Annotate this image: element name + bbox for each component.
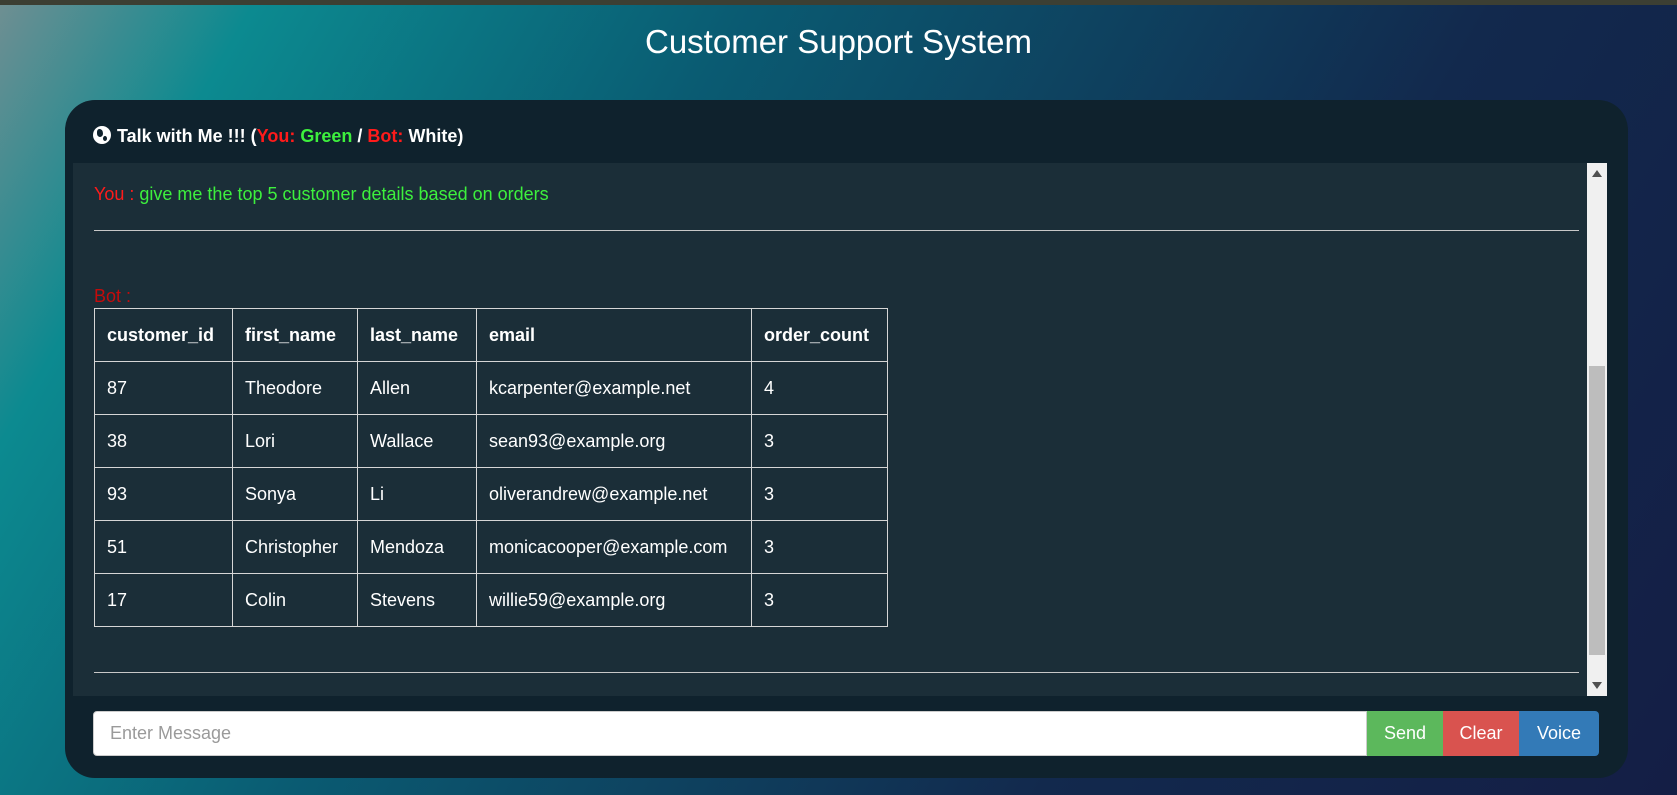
column-header: order_count <box>751 308 888 362</box>
user-message: You : give me the top 5 customer details… <box>94 183 549 205</box>
top-edge <box>0 0 1677 5</box>
user-message-text: give me the top 5 customer details based… <box>139 184 549 204</box>
table-cell: Mendoza <box>357 520 477 574</box>
column-header: customer_id <box>94 308 233 362</box>
chat-scrollbar[interactable] <box>1587 163 1607 696</box>
scroll-down-arrow-icon[interactable] <box>1592 682 1602 689</box>
table-row: 87 Theodore Allen kcarpenter@example.net… <box>94 361 888 415</box>
result-table: customer_id first_name last_name email o… <box>94 308 888 627</box>
table-cell: 3 <box>751 520 888 574</box>
message-input[interactable] <box>93 711 1367 756</box>
scrollbar-thumb[interactable] <box>1589 366 1605 655</box>
chat-header: Talk with Me !!! (You: Green / Bot: Whit… <box>93 124 463 148</box>
table-cell: Stevens <box>357 573 477 627</box>
you-legend-color: Green <box>300 126 353 146</box>
table-cell: 93 <box>94 467 233 521</box>
column-header: last_name <box>357 308 477 362</box>
clear-button[interactable]: Clear <box>1443 711 1519 756</box>
table-cell: 3 <box>751 414 888 468</box>
table-cell: Theodore <box>232 361 358 415</box>
table-cell: 87 <box>94 361 233 415</box>
bot-legend-label: Bot: <box>367 126 404 146</box>
table-row: 17 Colin Stevens willie59@example.org 3 <box>94 573 888 627</box>
table-cell: Christopher <box>232 520 358 574</box>
bot-legend-color: White) <box>408 126 464 146</box>
table-cell: 3 <box>751 573 888 627</box>
table-cell: 3 <box>751 467 888 521</box>
table-row: 38 Lori Wallace sean93@example.org 3 <box>94 414 888 468</box>
voice-button[interactable]: Voice <box>1519 711 1599 756</box>
table-cell: kcarpenter@example.net <box>476 361 752 415</box>
scroll-up-arrow-icon[interactable] <box>1592 170 1602 177</box>
message-divider <box>94 230 1579 231</box>
message-divider <box>94 672 1579 673</box>
table-cell: 51 <box>94 520 233 574</box>
you-legend-label: You: <box>256 126 296 146</box>
table-cell: monicacooper@example.com <box>476 520 752 574</box>
bot-message-label: Bot : <box>94 286 132 306</box>
user-message-label: You : <box>94 184 135 204</box>
table-cell: Allen <box>357 361 477 415</box>
table-cell: Colin <box>232 573 358 627</box>
table-cell: Lori <box>232 414 358 468</box>
page-title: Customer Support System <box>645 23 1032 60</box>
chat-header-title: Talk with Me !!! ( <box>117 126 257 146</box>
send-button[interactable]: Send <box>1367 711 1443 756</box>
chat-messages[interactable]: You : give me the top 5 customer details… <box>73 163 1607 696</box>
table-cell: oliverandrew@example.net <box>476 467 752 521</box>
table-cell: Wallace <box>357 414 477 468</box>
table-cell: 38 <box>94 414 233 468</box>
table-row: 51 Christopher Mendoza monicacooper@exam… <box>94 520 888 574</box>
table-cell: willie59@example.org <box>476 573 752 627</box>
table-cell: Sonya <box>232 467 358 521</box>
legend-separator: / <box>357 126 363 146</box>
table-header-row: customer_id first_name last_name email o… <box>94 308 888 362</box>
column-header: first_name <box>232 308 358 362</box>
table-row: 93 Sonya Li oliverandrew@example.net 3 <box>94 467 888 521</box>
table-cell: sean93@example.org <box>476 414 752 468</box>
table-cell: 4 <box>751 361 888 415</box>
table-cell: Li <box>357 467 477 521</box>
chat-panel: Talk with Me !!! (You: Green / Bot: Whit… <box>65 100 1628 778</box>
column-header: email <box>476 308 752 362</box>
table-cell: 17 <box>94 573 233 627</box>
globe-icon <box>93 126 111 144</box>
message-composer: Send Clear Voice <box>93 711 1599 756</box>
